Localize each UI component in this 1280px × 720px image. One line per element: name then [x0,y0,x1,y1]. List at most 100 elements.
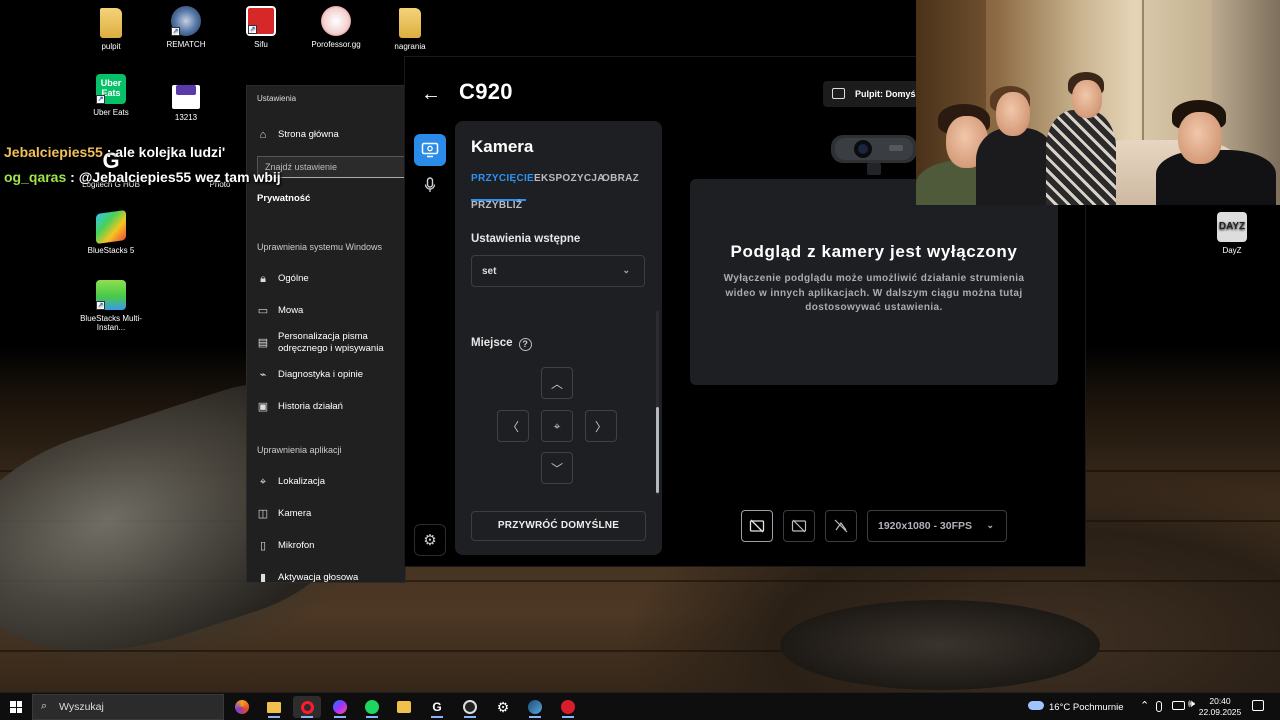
chevron-down-icon: ﹀ [550,461,563,476]
messenger-icon [333,700,347,714]
pan-down-button[interactable]: ﹀ [541,452,573,484]
taskbar-app-ghub[interactable]: G [423,696,451,718]
camera-off-icon [749,519,765,533]
help-icon[interactable]: ? [518,338,532,351]
preview-off-title: Podgląd z kamery jest wyłączony [730,242,1018,261]
tab-image[interactable]: OBRAZ [602,173,639,184]
settings-section-apps: Uprawnienia aplikacji [257,445,342,455]
resolution-dropdown[interactable]: 1920x1080 - 30FPS ⌄ [867,510,1007,542]
settings-item-voice-activation[interactable]: ▮ Aktywacja głosowa [257,572,358,582]
chat-message: Jebalciepies55 : ale kolejka ludzi' [4,144,226,160]
settings-home-link[interactable]: ⌂ Strona główna [257,129,339,141]
gear-icon: ⚙ [496,698,510,715]
taskbar-app-messenger[interactable] [326,696,354,718]
sidebar-microphone-button[interactable] [414,169,446,201]
chevron-left-icon: 〈 [506,419,519,434]
dayz-icon: DAYZ [1217,212,1247,242]
taskbar-app-steam[interactable] [521,696,549,718]
settings-item-history[interactable]: ▣ Historia działań [257,401,343,413]
porofessor-icon [321,6,351,36]
desktop-icon-rematch[interactable]: ↗ REMATCH [148,6,224,49]
desktop-icon-porofessor[interactable]: Porofessor.gg [298,6,374,49]
webcam-device-image [831,135,917,175]
weather-icon[interactable] [1028,698,1044,712]
logitech-icon: G [432,700,442,714]
folder-icon [399,8,421,38]
taskbar-clock[interactable]: 20:40 22.09.2025 [1198,696,1242,718]
start-button[interactable] [10,701,22,713]
position-label: Miejsce? [471,337,532,351]
taskbar-app-obs[interactable] [456,696,484,718]
settings-item-speech[interactable]: ▭ Mowa [257,305,304,317]
settings-section-windows: Uprawnienia systemu Windows [257,242,383,252]
tray-overflow-chevron-icon[interactable]: ⌃ [1140,699,1149,712]
tab-exposure[interactable]: EKSPOZYCJA [534,173,605,184]
microphone-tray-icon[interactable] [1156,701,1162,712]
camera-preview-panel: Podgląd z kamery jest wyłączony Wyłączen… [690,179,1058,385]
toggle-preview-button[interactable] [741,510,773,542]
volume-icon[interactable]: 🕪︎ [1188,698,1195,711]
screen-off-icon [791,519,807,533]
obs-icon [463,700,477,714]
weather-text[interactable]: 16°C Pochmurnie [1049,702,1124,713]
taskbar-app-browser[interactable] [228,696,256,718]
tab-crop[interactable]: PRZYCIĘCIE [471,173,534,184]
presets-dropdown[interactable]: set ⌄ [471,255,645,287]
settings-item-microphone[interactable]: ▯ Mikrofon [257,540,314,552]
reset-defaults-button[interactable]: PRZYWRÓĆ DOMYŚLNE [471,511,646,541]
chevron-up-icon: ︿ [550,376,563,391]
webcam-overlay [916,0,1280,205]
desktop-icon-nagrania[interactable]: nagrania [372,8,448,51]
taskbar-app-player[interactable] [554,696,582,718]
desktop-icon-bluestacks-multi[interactable]: ↗ BlueStacks Multi-Instan... [73,280,149,332]
desktop-icon-13213[interactable]: 13213 [148,78,224,122]
desktop-icon-pulpit[interactable]: pulpit [73,8,149,51]
taskbar-app-media[interactable] [390,696,418,718]
toggle-flip-button[interactable] [825,510,857,542]
chevron-down-icon: ⌄ [986,520,994,530]
panel-title: Kamera [471,137,534,156]
monitor-icon [421,142,439,158]
desktop-icon-sifu[interactable]: ↗ Sifu [223,6,299,49]
person-face [1072,80,1102,118]
camera-icon: ◫ [257,508,269,520]
flip-off-icon [834,519,848,533]
opera-icon [300,700,314,714]
back-arrow-icon[interactable]: ← [421,83,441,106]
taskbar-app-settings[interactable]: ⚙ [489,696,517,718]
taskbar-app-spotify[interactable] [358,696,386,718]
taskbar: ⌕ Wyszukaj G ⚙ 16°C Pochmurnie ⌃ 🕪︎ 20:4… [0,692,1280,720]
desktop-icon-dayz[interactable]: DAYZ DayZ [1194,212,1270,255]
taskbar-search-input[interactable]: ⌕ Wyszukaj [32,694,224,720]
bluestacks-multi-icon: ↗ [96,280,126,310]
settings-item-general[interactable]: 🔒︎ Ogólne [257,273,309,285]
taskbar-app-opera[interactable] [293,696,321,718]
toggle-overlay-button[interactable] [783,510,815,542]
settings-item-camera[interactable]: ◫ Kamera [257,508,311,520]
scrollbar-thumb[interactable] [656,407,659,493]
settings-item-handwriting[interactable]: ▤ Personalizacja pisma odręcznego i wpis… [257,331,405,355]
folder-icon [100,8,122,38]
speech-icon: ▭ [257,305,269,317]
network-icon[interactable] [1172,701,1185,710]
sidebar-camera-button[interactable] [414,134,446,166]
pan-right-button[interactable]: 〉 [585,410,617,442]
desktop-icon-uber-eats[interactable]: Uber Eats ↗ Uber Eats [73,74,149,117]
search-icon: ⌕ [41,700,48,712]
browser-icon [235,700,249,714]
tab-zoom[interactable]: PRZYBLIŻ [471,200,522,211]
chat-message: og_qaras : @Jebalciepies55 wez tam wbij [4,169,281,185]
pan-center-button[interactable]: ⌖ [541,410,573,442]
file-icon [172,85,200,109]
lock-icon: 🔒︎ [260,273,266,285]
rematch-icon: ↗ [171,6,201,36]
pan-left-button[interactable]: 〈 [497,410,529,442]
panel-scrollbar[interactable] [656,311,659,495]
desktop-icon-bluestacks[interactable]: BlueStacks 5 [73,209,149,255]
pan-up-button[interactable]: ︿ [541,367,573,399]
settings-item-location[interactable]: ⌖ Lokalizacja [257,476,325,488]
settings-item-diagnostics[interactable]: ⌁ Diagnostyka i opinie [257,369,363,381]
notifications-icon[interactable] [1252,700,1264,711]
taskbar-app-explorer[interactable] [260,696,288,718]
settings-gear-button[interactable]: ⚙ [414,524,446,556]
